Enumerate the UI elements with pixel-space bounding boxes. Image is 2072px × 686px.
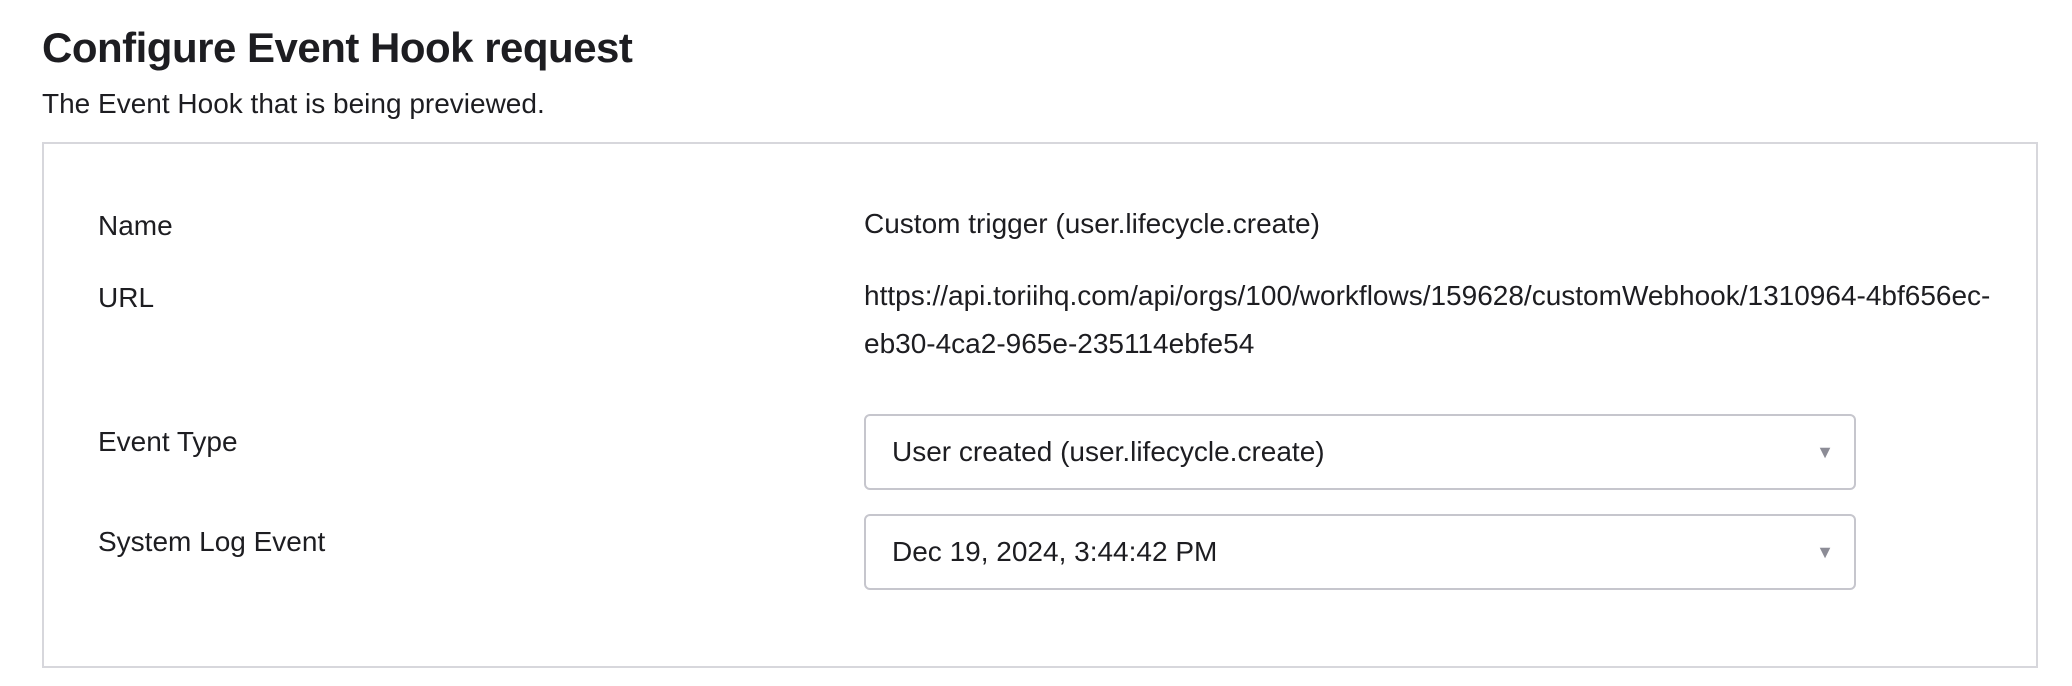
event-hook-preview-panel: Name Custom trigger (user.lifecycle.crea… — [42, 142, 2038, 668]
event-type-select[interactable]: User created (user.lifecycle.create) ▼ — [864, 414, 1856, 490]
system-log-event-select[interactable]: Dec 19, 2024, 3:44:42 PM ▼ — [864, 514, 1856, 590]
page-subtitle: The Event Hook that is being previewed. — [42, 88, 545, 119]
event-type-selected-value: User created (user.lifecycle.create) — [892, 436, 1325, 467]
url-value: https://api.toriihq.com/api/orgs/100/wor… — [864, 280, 1991, 359]
system-log-event-selected-value: Dec 19, 2024, 3:44:42 PM — [892, 536, 1218, 567]
event-type-label: Event Type — [98, 426, 238, 457]
caret-down-icon: ▼ — [1816, 442, 1834, 462]
name-label: Name — [98, 210, 173, 241]
name-value: Custom trigger (user.lifecycle.create) — [864, 208, 1320, 239]
page-title: Configure Event Hook request — [42, 24, 633, 71]
url-label: URL — [98, 282, 155, 313]
system-log-event-label: System Log Event — [98, 526, 326, 557]
caret-down-icon: ▼ — [1816, 542, 1834, 562]
